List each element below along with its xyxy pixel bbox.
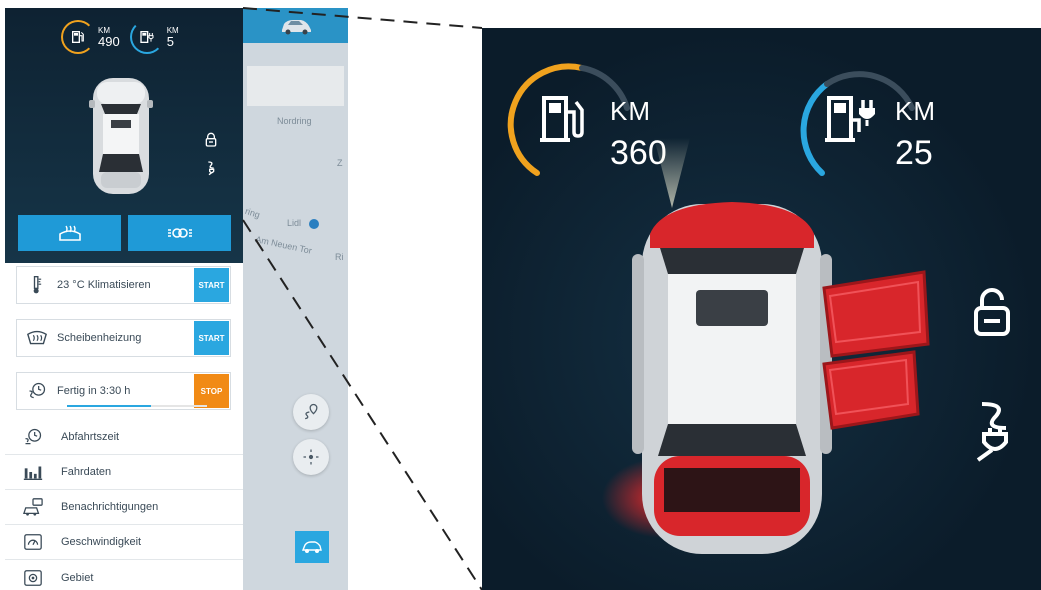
unlocked-icon[interactable]: [972, 286, 1012, 338]
vehicle-status-detail: KM 360 KM 25: [482, 28, 1041, 590]
fuel-unit-label: KM: [610, 96, 651, 126]
headlight-beam: [654, 138, 690, 208]
charging-plug-icon[interactable]: [968, 400, 1014, 464]
electric-unit-label: KM: [895, 96, 936, 126]
car-top-view: [602, 138, 930, 554]
fuel-pump-icon: [540, 96, 584, 142]
